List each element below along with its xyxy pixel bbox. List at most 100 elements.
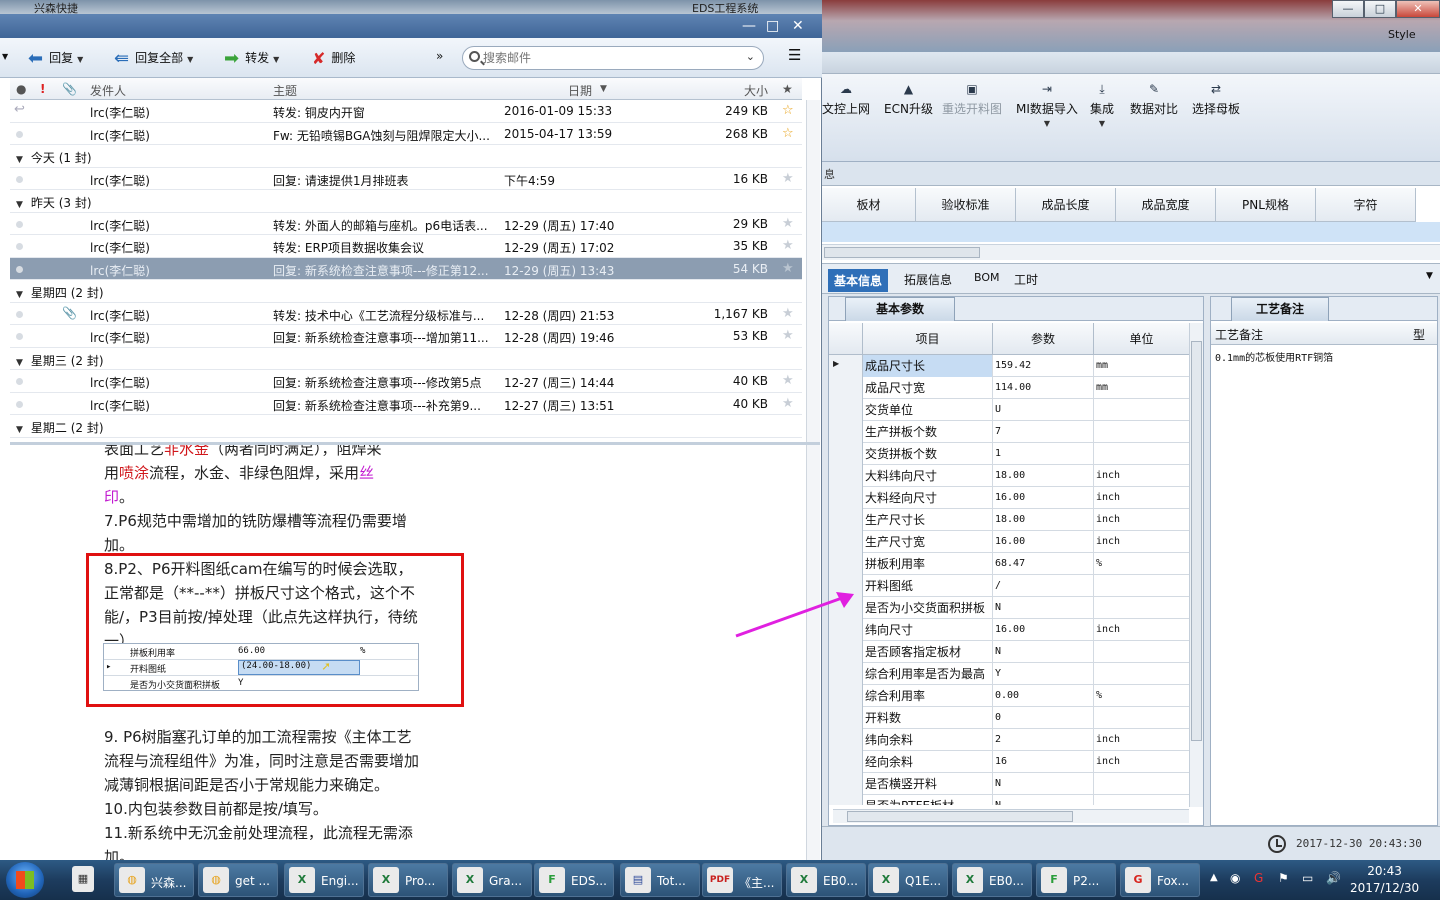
ribbon-button-integrate[interactable]: ⤓ 集成 ▼ [1090,82,1114,128]
param-unit[interactable]: inch [1094,619,1189,641]
reply-all-button[interactable]: ⇚ 回复全部 ▼ [114,49,193,68]
param-value[interactable]: 16.00 [993,619,1094,641]
tab-bom[interactable]: BOM [974,271,1000,284]
param-unit[interactable] [1094,773,1189,795]
param-unit[interactable] [1094,707,1189,729]
mail-group-header[interactable]: 星期三 (2 封) [10,347,802,370]
minimize-icon[interactable]: — [1332,0,1364,18]
taskbar-button[interactable]: X EB0... [952,863,1032,897]
forward-button[interactable]: ➡ 转发 ▼ [224,49,279,68]
search-dropdown-icon[interactable]: ⌄ [746,50,755,63]
tab-basic-info[interactable]: 基本信息 [828,269,889,292]
taskbar-button[interactable]: F EDS... [534,863,614,897]
param-row[interactable]: 是否为PTFE板材N [829,795,1189,805]
row-indicator[interactable] [829,509,863,531]
ribbon-button-data-compare[interactable]: ✎ 数据对比 [1130,82,1178,117]
param-row[interactable]: 生产拼板个数 7 [829,421,1189,443]
close-icon[interactable]: ✕ [1396,0,1440,18]
row-indicator[interactable] [829,729,863,751]
param-row[interactable]: 生产尺寸宽 16.00 inch [829,531,1189,553]
grid-col-width[interactable]: 成品宽度 [1116,188,1216,222]
col-item[interactable]: 项目 [863,323,993,355]
ribbon-button-doc-upload[interactable]: ☁ 文控上网 [822,82,870,117]
star-icon[interactable]: ☆ [782,103,794,118]
vertical-scrollbar[interactable] [806,100,820,442]
toolbar-overflow-button[interactable]: » [436,49,443,63]
delete-button[interactable]: ✘ 删除 [312,49,355,67]
mail-row[interactable]: lrc(李仁聪) 回复: 请速提供1月排班表 下午4:59 16 KB ★ [10,168,802,190]
star-icon[interactable]: ★ [782,238,794,253]
taskbar-button[interactable]: X Pro... [368,863,448,897]
mail-group-header[interactable]: 星期二 (2 封) [10,415,802,438]
param-row[interactable]: 开料数 0 [829,707,1189,729]
param-value[interactable]: N [993,773,1094,795]
param-value[interactable]: 18.00 [993,509,1094,531]
ribbon-button-select-motherboard[interactable]: ⇄ 选择母板 [1192,82,1240,117]
taskbar-button[interactable]: X EB0... [786,863,866,897]
grid-col-length[interactable]: 成品长度 [1016,188,1116,222]
attachment-column-icon[interactable]: 📎 [62,82,77,96]
param-value[interactable]: 68.47 [993,553,1094,575]
tray-expand-icon[interactable]: ▲ [1210,872,1218,883]
star-icon[interactable]: ★ [782,216,794,231]
taskbar-button[interactable]: ◍ get ... [198,863,278,897]
param-value[interactable]: 1 [993,443,1094,465]
param-unit[interactable] [1094,597,1189,619]
taskbar-button[interactable]: F P2... [1036,863,1116,897]
param-row[interactable]: 成品尺寸长159.42mm [829,355,1189,377]
read-status-icon[interactable] [16,175,23,183]
param-row[interactable]: 交货拼板个数 1 [829,443,1189,465]
maximize-icon[interactable]: □ [766,18,779,34]
read-status-icon[interactable] [16,310,23,318]
vertical-scrollbar[interactable] [806,445,820,860]
taskbar-button[interactable]: ▤ Tot... [620,863,700,897]
param-value[interactable]: U [993,399,1094,421]
read-status-column-icon[interactable]: ● [16,82,26,96]
ribbon-button-mi-import[interactable]: ⇥ MI数据导入 ▼ [1016,82,1078,128]
col-type[interactable]: 型 [1413,326,1425,343]
flag-icon[interactable]: ⚑ [1278,871,1289,885]
horizontal-scrollbar[interactable] [833,809,1189,823]
param-row[interactable]: 成品尺寸宽 114.00 mm [829,377,1189,399]
param-row[interactable]: 是否顾客指定板材 N [829,641,1189,663]
ribbon-button-ecn-upgrade[interactable]: ▲ ECN升级 [884,82,933,117]
row-indicator[interactable] [829,707,863,729]
param-row[interactable]: 拼板利用率 68.47% [829,553,1189,575]
param-unit[interactable]: % [1094,685,1189,707]
star-icon[interactable]: ★ [782,373,794,388]
param-unit[interactable]: inch [1094,487,1189,509]
mail-group-header[interactable]: 昨天 (3 封) [10,190,802,213]
param-unit[interactable]: % [1094,553,1189,575]
mail-row[interactable]: lrc(李仁聪) 回复: 新系统检查注意事项---增加第11... 12-28 (周… [10,325,802,348]
calculator-icon[interactable]: ▦ [72,863,96,897]
tray-app-icon[interactable]: ◉ [1230,871,1240,885]
col-value[interactable]: 参数 [993,323,1094,355]
param-value[interactable]: 18.00 [993,465,1094,487]
param-unit[interactable] [1094,443,1189,465]
volume-icon[interactable]: 🔊 [1326,871,1341,885]
row-indicator[interactable] [829,685,863,707]
row-indicator[interactable] [829,553,863,575]
star-icon[interactable]: ★ [782,396,794,411]
search-input[interactable] [483,49,713,67]
mail-row[interactable]: lrc(李仁聪) 回复: 新系统检查注意事项---修改第5点 12-27 (周三) … [10,370,802,393]
vertical-scrollbar[interactable] [1189,323,1203,807]
col-size[interactable]: 大小 [744,82,768,99]
param-unit[interactable] [1094,575,1189,597]
tray-app-icon[interactable]: G [1254,871,1263,885]
taskbar-button[interactable]: G Fox... [1120,863,1200,897]
list-view-icon[interactable]: ☰ [788,46,801,64]
mail-row[interactable]: lrc(李仁聪) 回复: 新系统检查注意事项---修正第12... 12-29 (周… [10,257,802,280]
param-value[interactable]: 16.00 [993,487,1094,509]
param-unit[interactable]: inch [1094,729,1189,751]
col-craft-note[interactable]: 工艺备注 [1215,326,1263,343]
mail-row[interactable]: lrc(李仁聪) 回复: 新系统检查注意事项---补充第9... 12-27 (周三… [10,393,802,415]
grid-col-board[interactable]: 板材 [822,188,916,222]
param-value[interactable]: 2 [993,729,1094,751]
mail-row[interactable]: lrc(李仁聪) 转发: ERP项目数据收集会议 12-29 (周五) 17:02 3… [10,235,802,258]
param-row[interactable]: 综合利用率 0.00% [829,685,1189,707]
param-unit[interactable]: inch [1094,531,1189,553]
param-unit[interactable]: mm [1094,355,1189,377]
star-icon[interactable]: ★ [782,306,794,321]
grid-col-acceptance[interactable]: 验收标准 [916,188,1016,222]
